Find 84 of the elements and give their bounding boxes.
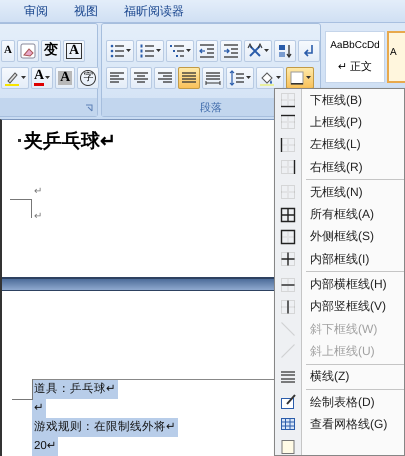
right-border-icon xyxy=(280,159,296,176)
menu-item[interactable]: 右框线(R) xyxy=(275,156,404,178)
highlight-button[interactable] xyxy=(1,66,29,88)
menu-item[interactable]: 绘制表格(D) xyxy=(275,390,404,414)
menu-item[interactable]: 下框线(B) xyxy=(275,89,404,112)
align-right-icon xyxy=(157,70,173,86)
menu-item[interactable]: 外侧框线(S) xyxy=(275,226,404,248)
grow-font-button[interactable]: A xyxy=(1,40,15,62)
shading-button[interactable] xyxy=(256,66,284,88)
char-border-button[interactable]: A xyxy=(62,40,86,62)
paragraph-mark: ↵ xyxy=(34,211,42,222)
indent-icon xyxy=(223,42,239,58)
menu-item[interactable]: 内部横框线(H) xyxy=(275,273,404,296)
dialog-launcher-icon[interactable] xyxy=(85,104,93,112)
outside-border-icon xyxy=(280,228,296,245)
document-text: ↵ xyxy=(32,399,46,418)
style-swatch[interactable]: A xyxy=(387,31,405,83)
none-border-icon xyxy=(280,184,296,200)
show-marks-button[interactable] xyxy=(298,40,320,62)
distribute-button[interactable] xyxy=(202,66,224,88)
enclose-button[interactable]: 字 xyxy=(77,66,100,88)
phonetic-button[interactable]: 变 xyxy=(40,40,61,62)
align-center-icon xyxy=(133,70,149,86)
ribbon-tab[interactable]: 福昕阅读器 xyxy=(114,2,194,20)
align-left-icon xyxy=(109,70,125,86)
sort-button[interactable] xyxy=(274,40,296,62)
line-spacing-icon xyxy=(229,70,245,86)
diag-down-border-icon xyxy=(280,321,296,338)
crop-mark xyxy=(10,199,32,218)
menu-item[interactable]: 横线(Z) xyxy=(275,366,404,388)
asian-layout-button[interactable] xyxy=(244,40,272,62)
borders-icon xyxy=(289,70,305,86)
clear-format-icon xyxy=(20,42,36,58)
menu-item[interactable]: 无框线(N) xyxy=(275,181,404,204)
numbering-button[interactable] xyxy=(136,40,164,62)
document-text: 游戏规则：在限制线外将↵ xyxy=(32,418,178,437)
paragraph-mark: ↵ xyxy=(34,186,42,197)
sort-icon xyxy=(277,42,293,58)
numbering-icon xyxy=(139,42,155,58)
left-border-icon xyxy=(280,136,296,153)
distribute-icon xyxy=(205,70,221,86)
justify-icon xyxy=(181,70,197,86)
line-spacing-button[interactable] xyxy=(226,66,254,88)
inside-h-border-icon xyxy=(280,276,296,293)
top-border-icon xyxy=(280,114,296,130)
ribbon-tab[interactable]: 审阅 xyxy=(14,2,58,20)
borders-button[interactable] xyxy=(286,66,314,88)
char-shading-button[interactable]: A xyxy=(55,66,76,88)
font-color-button[interactable]: A xyxy=(31,66,54,88)
menu-item[interactable]: 内部框线(I) xyxy=(275,248,404,270)
bottom-border-icon xyxy=(280,92,296,108)
all-border-icon xyxy=(280,206,296,223)
document-text: 道具：乒乓球↵ xyxy=(32,380,118,399)
menu-item[interactable]: 上框线(P) xyxy=(275,111,404,134)
menu-item[interactable]: 查看网格线(G) xyxy=(275,413,404,436)
highlight-icon xyxy=(4,70,20,86)
justify-button[interactable] xyxy=(178,66,200,88)
inside-border-icon xyxy=(280,251,296,268)
document-text: 20↵ xyxy=(32,437,58,456)
multilevel-button[interactable] xyxy=(166,40,194,62)
menu-item[interactable]: 内部竖框线(V) xyxy=(275,296,404,318)
draw-table-border-icon xyxy=(280,394,296,410)
align-left-button[interactable] xyxy=(106,66,128,88)
menu-item[interactable]: 所有框线(A) xyxy=(275,203,404,226)
group-label: 段落 xyxy=(200,100,222,114)
bullets-button[interactable] xyxy=(106,40,134,62)
menu-item[interactable]: 左框线(L) xyxy=(275,134,404,156)
bullet-icon xyxy=(18,139,21,142)
indent-button[interactable] xyxy=(220,40,242,62)
clear-format-button[interactable] xyxy=(16,40,39,62)
ribbon-tab[interactable]: 视图 xyxy=(64,2,108,20)
style-swatch[interactable]: AaBbCcDd ↵ 正文 xyxy=(325,31,385,83)
diag-up-border-icon xyxy=(280,343,296,360)
document-heading: 夹乒乓球↵ xyxy=(24,130,116,154)
gridlines-border-icon xyxy=(280,416,296,432)
shading-icon xyxy=(259,70,275,86)
bullets-icon xyxy=(109,42,125,58)
align-right-button[interactable] xyxy=(154,66,176,88)
multilevel-icon xyxy=(169,42,185,58)
inside-v-border-icon xyxy=(280,298,296,315)
align-center-button[interactable] xyxy=(130,66,152,88)
outdent-icon xyxy=(199,42,215,58)
hline-border-icon xyxy=(280,368,296,385)
outdent-button[interactable] xyxy=(196,40,218,62)
